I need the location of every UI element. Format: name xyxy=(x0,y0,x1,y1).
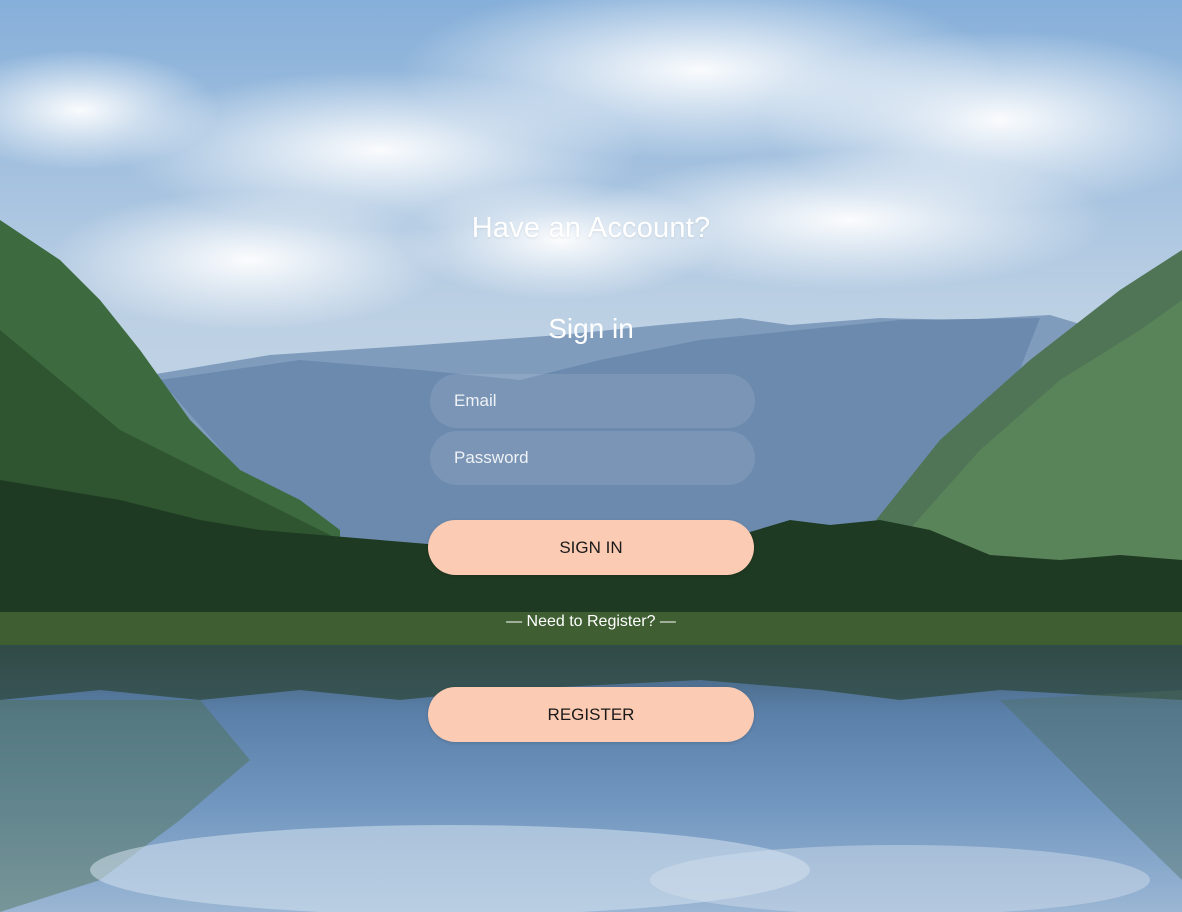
login-page: Have an Account? Sign in SIGN IN — Need … xyxy=(0,0,1182,912)
login-content: Have an Account? Sign in SIGN IN — Need … xyxy=(0,0,1182,912)
register-prompt: — Need to Register? — xyxy=(506,613,676,630)
signin-heading: Sign in xyxy=(548,313,634,344)
password-field[interactable] xyxy=(430,431,755,485)
page-title: Have an Account? xyxy=(471,212,711,244)
email-field[interactable] xyxy=(430,374,755,428)
sign-in-button[interactable]: SIGN IN xyxy=(428,520,754,575)
register-button[interactable]: REGISTER xyxy=(428,687,754,742)
